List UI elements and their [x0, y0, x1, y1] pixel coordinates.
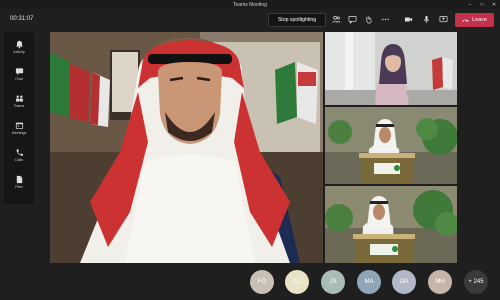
leave-button[interactable]: Leave	[455, 13, 494, 27]
rail-item-meetings[interactable]: Meetings	[4, 117, 34, 139]
participant-avatar[interactable]: MH	[428, 270, 452, 294]
participant-tray: FO CJ JS MA OA MH + 245	[0, 264, 500, 300]
teams-meeting-window: Teams Meeting – □ ✕ 00:31:07 Stop spotli…	[0, 0, 500, 300]
participant-video-tile[interactable]	[325, 32, 457, 105]
phone-icon	[16, 149, 23, 156]
people-icon[interactable]	[331, 14, 342, 25]
avatar-initials: JS	[329, 279, 337, 285]
rail-label: Activity	[13, 50, 25, 54]
share-screen-icon[interactable]	[438, 14, 449, 25]
files-icon	[16, 175, 22, 184]
chat-icon	[15, 68, 23, 76]
call-toolbar: 00:31:07 Stop spotlighting Leave	[0, 9, 500, 31]
spotlight-video-image	[50, 32, 323, 263]
avatar-initials: FO	[257, 279, 267, 285]
participant-video-tile[interactable]	[325, 107, 457, 184]
window-title: Teams Meeting	[233, 1, 267, 8]
spotlight-video[interactable]	[50, 32, 323, 263]
avatar-initials: CJ	[293, 279, 301, 285]
participant-avatar[interactable]: MA	[357, 270, 381, 294]
maximize-icon[interactable]: □	[476, 0, 488, 9]
avatar-initials: MH	[435, 279, 445, 285]
rail-label: Files	[15, 185, 23, 189]
more-options-icon[interactable]	[380, 14, 391, 25]
rail-item-files[interactable]: Files	[4, 171, 34, 193]
teams-icon	[15, 95, 23, 102]
stop-spotlighting-button[interactable]: Stop spotlighting	[268, 13, 326, 27]
rail-label: Meetings	[11, 131, 27, 135]
avatar-initials: OA	[399, 279, 409, 285]
avatar-initials: MA	[364, 279, 374, 285]
microphone-icon[interactable]	[421, 14, 432, 25]
calendar-icon	[15, 122, 23, 129]
minimize-icon[interactable]: –	[464, 0, 476, 9]
window-controls: – □ ✕	[464, 0, 500, 9]
close-icon[interactable]: ✕	[488, 0, 500, 9]
rail-item-teams[interactable]: Teams	[4, 90, 34, 112]
participant-avatar[interactable]: CJ	[285, 270, 309, 294]
participant-avatar[interactable]: OA	[392, 270, 416, 294]
leave-label: Leave	[472, 17, 487, 23]
rail-label: Chat	[15, 77, 23, 81]
participant-video-image	[325, 32, 457, 105]
rail-item-chat[interactable]: Chat	[4, 63, 34, 85]
participant-video-image	[325, 186, 457, 263]
rail-label: Teams	[13, 104, 25, 108]
camera-icon[interactable]	[403, 14, 414, 25]
participant-avatar[interactable]: FO	[250, 270, 274, 294]
participant-avatar[interactable]: JS	[321, 270, 345, 294]
call-timer: 00:31:07	[10, 16, 34, 22]
title-bar: Teams Meeting – □ ✕	[0, 0, 500, 9]
hang-up-icon	[462, 19, 469, 22]
more-participants-button[interactable]: + 245	[464, 270, 488, 294]
rail-item-calls[interactable]: Calls	[4, 144, 34, 166]
chat-icon[interactable]	[347, 14, 358, 25]
raise-hand-icon[interactable]	[363, 14, 374, 25]
rail-label: Calls	[15, 158, 23, 162]
participant-video-tile[interactable]	[325, 186, 457, 263]
bell-icon	[15, 40, 23, 49]
app-rail: Activity Chat Teams Meetings Calls Files	[4, 32, 34, 204]
rail-item-activity[interactable]: Activity	[4, 36, 34, 58]
participant-video-image	[325, 107, 457, 184]
